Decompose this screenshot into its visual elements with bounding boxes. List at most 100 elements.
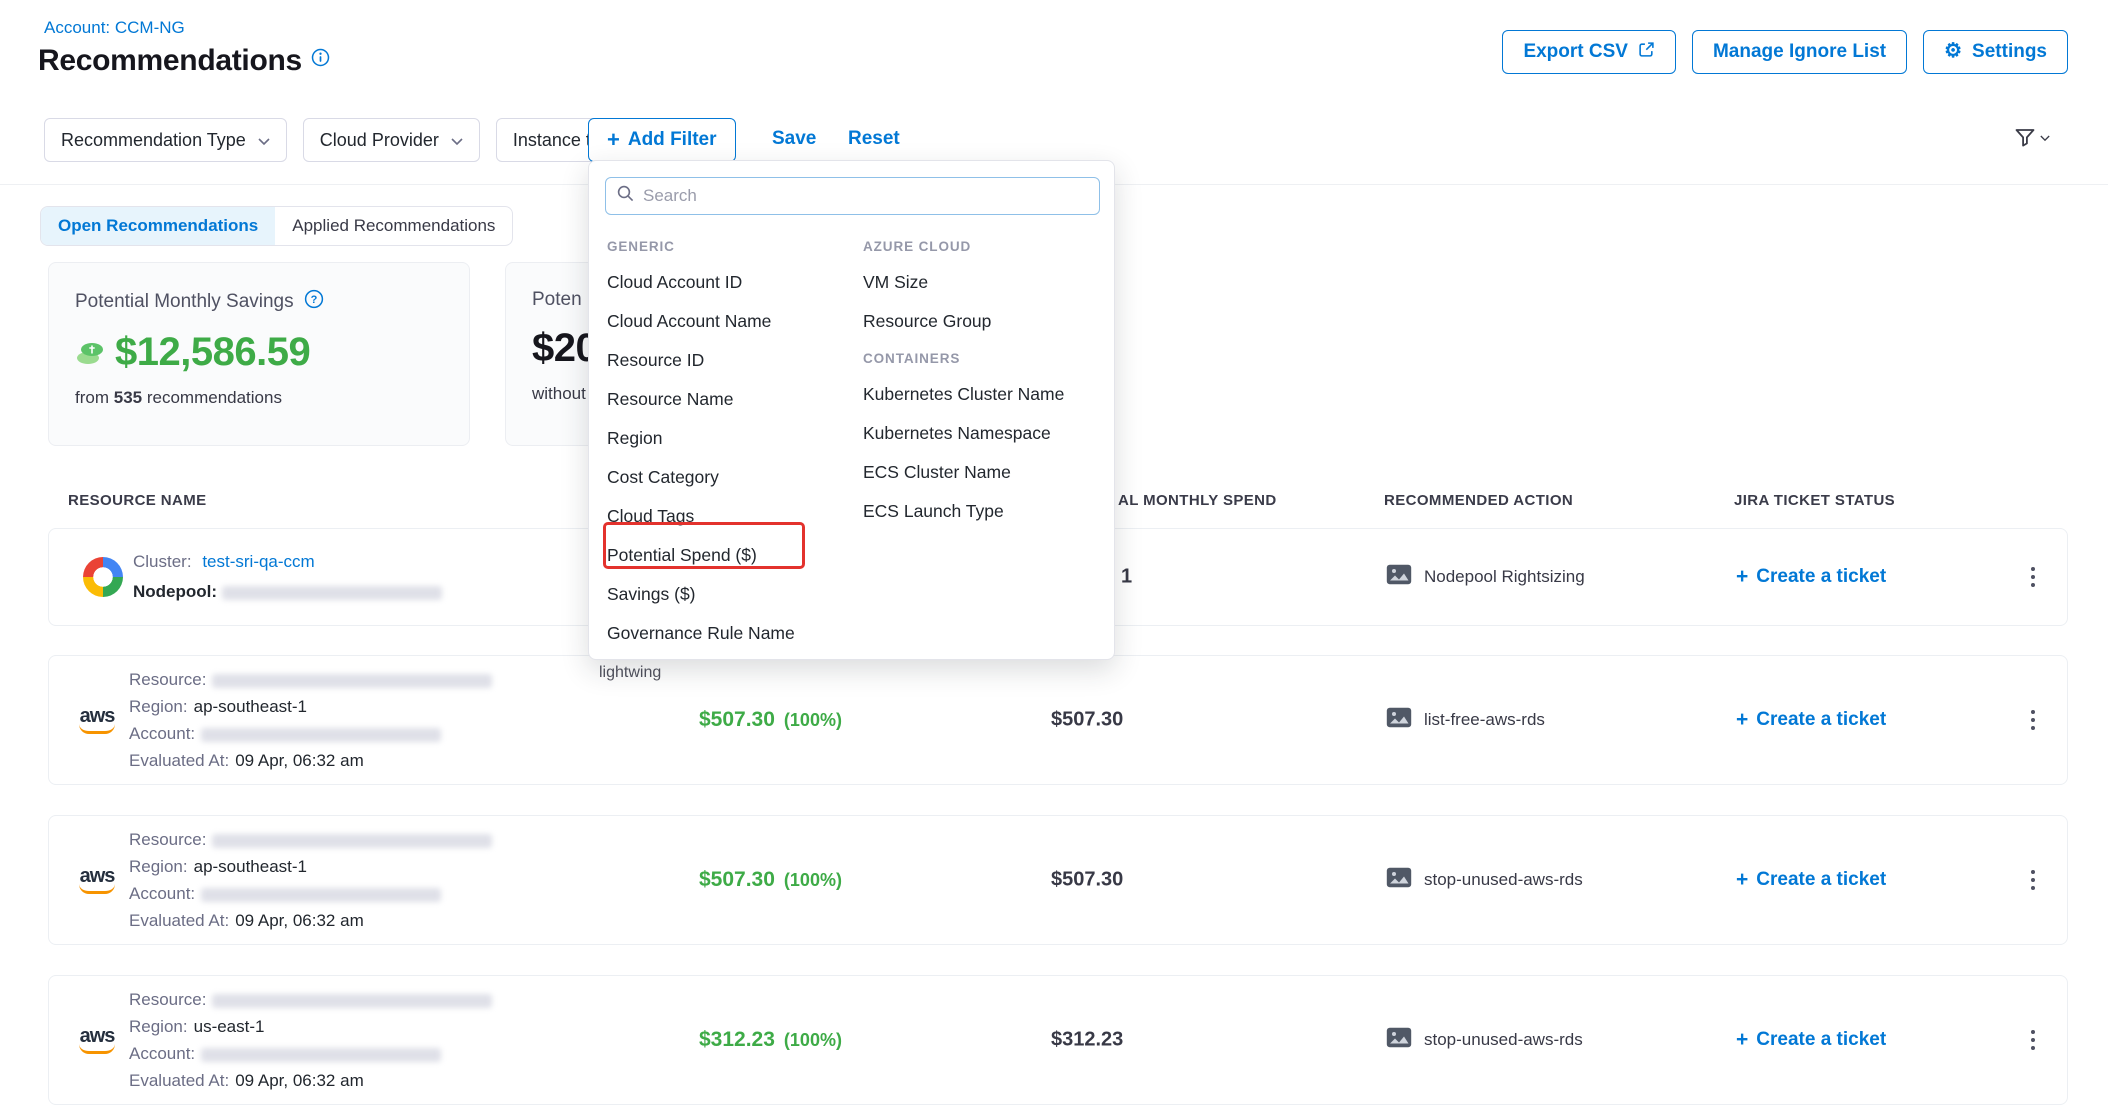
reset-filter-link[interactable]: Reset xyxy=(848,128,900,150)
filter-option-ecs-launch-type[interactable]: ECS Launch Type xyxy=(863,492,1108,531)
action-image-icon xyxy=(1386,564,1412,590)
filter-option-resource-id[interactable]: Resource ID xyxy=(607,341,855,380)
redacted-resource-value xyxy=(212,674,492,688)
row-menu-kebab[interactable] xyxy=(2025,864,2041,896)
plus-icon xyxy=(1736,565,1748,589)
aws-icon: aws xyxy=(75,706,119,734)
row-menu-kebab[interactable] xyxy=(2025,704,2041,736)
filter-option-savings[interactable]: Savings ($) xyxy=(607,575,855,614)
resource-details: Cluster: test-sri-qa-ccm Nodepool: xyxy=(133,547,442,607)
monthly-spend-value: $312.23 xyxy=(1051,1029,1123,1052)
recommended-action: list-free-aws-rds xyxy=(1386,707,1545,733)
monthly-savings-value: $507.30(100%) xyxy=(699,868,842,892)
chevron-down-icon xyxy=(451,130,463,151)
region-value: ap-southeast-1 xyxy=(194,697,307,716)
plus-icon xyxy=(1736,1028,1748,1052)
filter-option-cloud-account-id[interactable]: Cloud Account ID xyxy=(607,263,855,302)
recommendations-tabs: Open Recommendations Applied Recommendat… xyxy=(40,206,513,246)
evaluated-at-value: 09 Apr, 06:32 am xyxy=(235,1071,364,1090)
row-menu-kebab[interactable] xyxy=(2025,1024,2041,1056)
popup-search-box xyxy=(605,177,1100,215)
region-value: us-east-1 xyxy=(194,1017,265,1036)
tab-applied-recommendations[interactable]: Applied Recommendations xyxy=(275,207,512,245)
filter-option-kubernetes-cluster-name[interactable]: Kubernetes Cluster Name xyxy=(863,375,1108,414)
resource-details: Resource: Region:ap-southeast-1 Account:… xyxy=(129,826,492,934)
create-ticket-link[interactable]: Create a ticket xyxy=(1736,1028,1886,1052)
settings-button[interactable]: Settings xyxy=(1923,30,2068,74)
group-title-azure-cloud: AZURE CLOUD xyxy=(863,229,1108,263)
filter-option-cost-category[interactable]: Cost Category xyxy=(607,458,855,497)
group-title-containers: CONTAINERS xyxy=(863,341,1108,375)
recommendations-page: Account: CCM-NG Recommendations Export C… xyxy=(0,0,2108,1114)
action-image-icon xyxy=(1386,707,1412,733)
create-ticket-link[interactable]: Create a ticket xyxy=(1736,708,1886,732)
info-icon[interactable] xyxy=(311,48,330,72)
money-icon xyxy=(75,330,105,375)
redacted-account-value xyxy=(201,728,441,742)
add-filter-popup: GENERIC Cloud Account ID Cloud Account N… xyxy=(588,160,1115,660)
action-image-icon xyxy=(1386,867,1412,893)
redacted-account-value xyxy=(201,1048,441,1062)
filter-option-kubernetes-namespace[interactable]: Kubernetes Namespace xyxy=(863,414,1108,453)
recommended-action: stop-unused-aws-rds xyxy=(1386,867,1583,893)
filter-option-cloud-tags[interactable]: Cloud Tags xyxy=(607,497,855,536)
search-icon xyxy=(617,185,634,207)
account-breadcrumb[interactable]: Account: CCM-NG xyxy=(44,18,185,38)
savings-subtitle: from 535 recommendations xyxy=(75,388,443,408)
recommended-action: stop-unused-aws-rds xyxy=(1386,1027,1583,1053)
filter-option-governance-rule-name[interactable]: Governance Rule Name xyxy=(607,614,855,653)
column-header-total-monthly-spend: AL MONTHLY SPEND xyxy=(1118,492,1277,509)
resource-details: Resource: Region:ap-southeast-1 Account:… xyxy=(129,666,492,774)
filter-option-vm-size[interactable]: VM Size xyxy=(863,263,1108,302)
cluster-name-link[interactable]: test-sri-qa-ccm xyxy=(202,552,314,571)
add-filter-button[interactable]: Add Filter xyxy=(588,118,736,162)
monthly-spend-value: $507.30 xyxy=(1051,869,1123,892)
filter-option-potential-spend[interactable]: Potential Spend ($) xyxy=(607,536,855,575)
savings-amount: $12,586.59 xyxy=(75,330,443,375)
plus-icon xyxy=(1736,708,1748,732)
help-icon[interactable]: ? xyxy=(304,289,324,315)
evaluated-at-value: 09 Apr, 06:32 am xyxy=(235,751,364,770)
group-title-generic: GENERIC xyxy=(607,229,855,263)
save-filter-link[interactable]: Save xyxy=(772,128,816,150)
cluster-label: Cluster: xyxy=(133,552,192,571)
monthly-spend-value: $507.30 xyxy=(1051,709,1123,732)
filter-option-resource-group[interactable]: Resource Group xyxy=(863,302,1108,341)
topbar-actions: Export CSV Manage Ignore List Settings xyxy=(1502,30,2068,74)
recommendation-row-aws-2[interactable]: aws Resource: Region:ap-southeast-1 Acco… xyxy=(48,815,2068,945)
filter-chip-cloud-provider[interactable]: Cloud Provider xyxy=(303,118,480,162)
filter-option-cloud-account-name[interactable]: Cloud Account Name xyxy=(607,302,855,341)
potential-monthly-savings-card: Potential Monthly Savings ? $12,586.59 f… xyxy=(48,262,470,446)
column-header-resource-name: RESOURCE NAME xyxy=(68,492,207,509)
popup-column-cloud: AZURE CLOUD VM Size Resource Group CONTA… xyxy=(863,229,1108,531)
resource-details: Resource: Region:us-east-1 Account: Eval… xyxy=(129,986,492,1094)
recommendation-row-aws-1[interactable]: lightwing aws Resource: Region:ap-southe… xyxy=(48,655,2068,785)
filter-option-region[interactable]: Region xyxy=(607,419,855,458)
redacted-resource-value xyxy=(212,994,492,1008)
search-input[interactable] xyxy=(643,186,1088,206)
export-csv-button[interactable]: Export CSV xyxy=(1502,30,1676,74)
recommendation-row-aws-3[interactable]: aws Resource: Region:us-east-1 Account: … xyxy=(48,975,2068,1105)
gcp-icon xyxy=(83,557,123,597)
monthly-savings-value: $507.30(100%) xyxy=(699,708,842,732)
filter-chip-recommendation-type[interactable]: Recommendation Type xyxy=(44,118,287,162)
create-ticket-link[interactable]: Create a ticket xyxy=(1736,868,1886,892)
monthly-savings-value: $312.23(100%) xyxy=(699,1028,842,1052)
filter-option-ecs-cluster-name[interactable]: ECS Cluster Name xyxy=(863,453,1108,492)
redacted-account-value xyxy=(201,888,441,902)
plus-icon xyxy=(1736,868,1748,892)
evaluated-at-value: 09 Apr, 06:32 am xyxy=(235,911,364,930)
savings-card-title: Potential Monthly Savings ? xyxy=(75,289,443,315)
gear-icon xyxy=(1944,41,1962,63)
filter-option-resource-name[interactable]: Resource Name xyxy=(607,380,855,419)
tab-open-recommendations[interactable]: Open Recommendations xyxy=(41,207,275,245)
create-ticket-link[interactable]: Create a ticket xyxy=(1736,565,1886,589)
manage-ignore-list-button[interactable]: Manage Ignore List xyxy=(1692,30,1907,74)
nodepool-label: Nodepool: xyxy=(133,582,217,601)
aws-icon: aws xyxy=(75,866,119,894)
action-image-icon xyxy=(1386,1027,1412,1053)
region-value: ap-southeast-1 xyxy=(194,857,307,876)
filter-funnel-icon[interactable] xyxy=(2014,128,2050,148)
row-menu-kebab[interactable] xyxy=(2025,561,2041,593)
redacted-resource-value xyxy=(212,834,492,848)
